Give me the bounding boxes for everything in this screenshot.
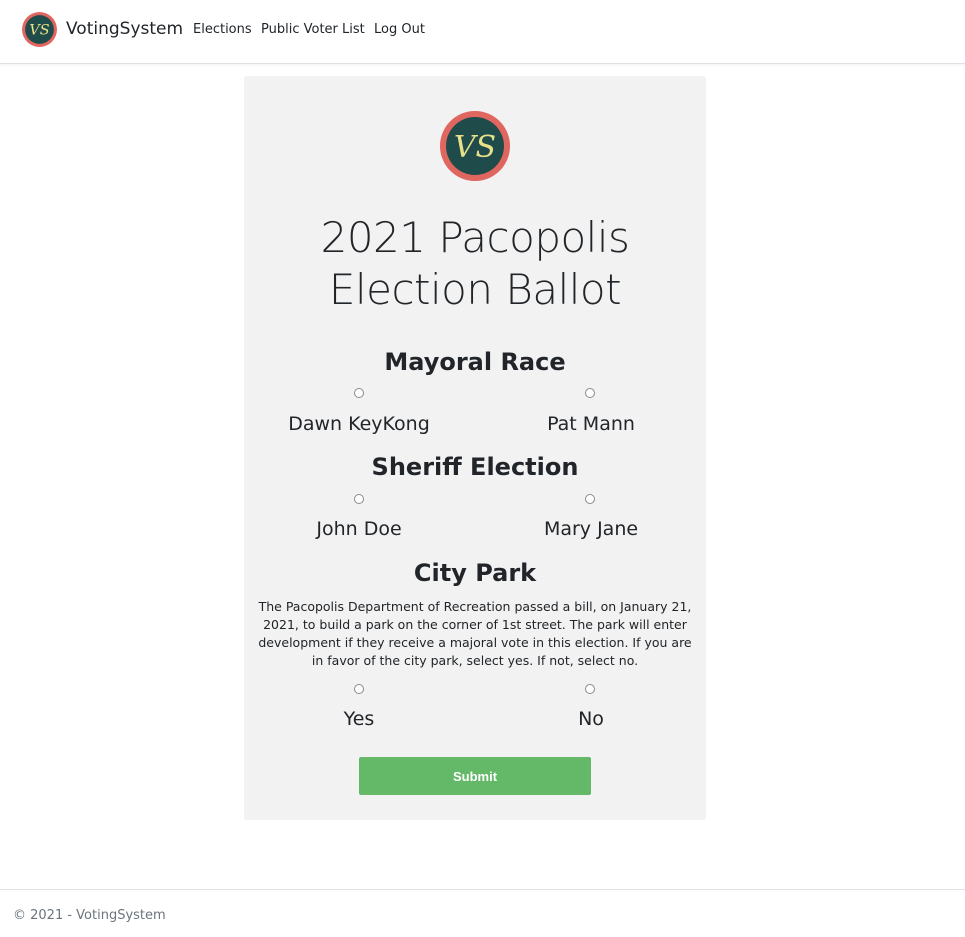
navbar: VS VotingSystem Elections Public Voter L… bbox=[0, 0, 965, 64]
option-label-mary-jane: Mary Jane bbox=[543, 518, 639, 540]
brand-name[interactable]: VotingSystem bbox=[66, 19, 183, 39]
nav-log-out[interactable]: Log Out bbox=[374, 22, 425, 37]
radio-pat-mann[interactable] bbox=[585, 388, 595, 398]
submit-button[interactable]: Submit bbox=[359, 757, 591, 795]
radio-yes[interactable] bbox=[354, 684, 364, 694]
radio-mary-jane[interactable] bbox=[585, 494, 595, 504]
radio-no[interactable] bbox=[585, 684, 595, 694]
option-label-yes: Yes bbox=[343, 708, 375, 730]
ballot-title: 2021 Pacopolis Election Ballot bbox=[244, 212, 706, 316]
city-park-description: The Pacopolis Department of Recreation p… bbox=[258, 599, 692, 668]
nav-elections[interactable]: Elections bbox=[193, 22, 252, 37]
vs-logo-icon[interactable]: VS bbox=[21, 11, 58, 48]
vs-logo-icon: VS bbox=[440, 111, 510, 181]
footer: © 2021 - VotingSystem bbox=[0, 889, 965, 937]
ballot-title-line2: Election Ballot bbox=[328, 265, 622, 314]
radio-dawn-keykong[interactable] bbox=[354, 388, 364, 398]
nav-public-voter-list[interactable]: Public Voter List bbox=[261, 22, 365, 37]
radio-john-doe[interactable] bbox=[354, 494, 364, 504]
footer-copyright: © 2021 - VotingSystem bbox=[13, 908, 166, 923]
option-label-john-doe: John Doe bbox=[316, 518, 402, 540]
race-title-city-park: City Park bbox=[413, 559, 537, 587]
option-label-no: No bbox=[578, 708, 604, 730]
svg-text:VS: VS bbox=[454, 130, 496, 165]
ballot-card: VS 2021 Pacopolis Election Ballot Mayora… bbox=[244, 76, 706, 820]
svg-text:VS: VS bbox=[29, 23, 49, 39]
option-label-pat-mann: Pat Mann bbox=[547, 413, 635, 435]
option-label-dawn-keykong: Dawn KeyKong bbox=[288, 413, 430, 435]
race-title-sheriff: Sheriff Election bbox=[371, 453, 579, 481]
race-title-mayoral: Mayoral Race bbox=[384, 348, 566, 376]
ballot-title-line1: 2021 Pacopolis bbox=[320, 213, 630, 262]
